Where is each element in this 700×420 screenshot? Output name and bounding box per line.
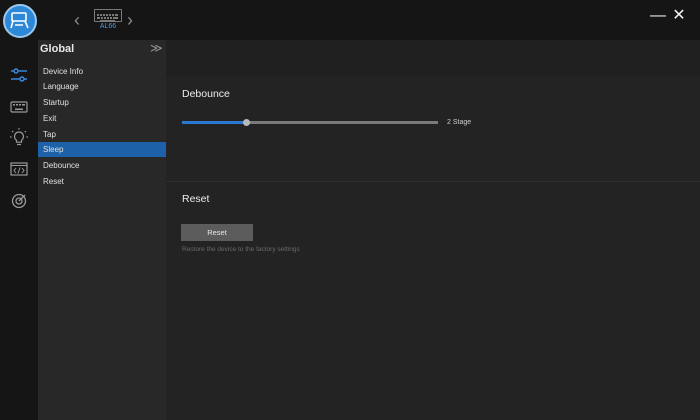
main-content: Debounce 2 Stage Reset Reset Restore the…	[166, 40, 700, 420]
menu-title: Global	[40, 43, 75, 55]
icon-sidebar	[0, 40, 38, 420]
device-name: AL66	[99, 23, 117, 30]
menu-item-language[interactable]: Language	[38, 79, 166, 94]
keyboard-nav-icon[interactable]	[5, 95, 33, 119]
debounce-slider[interactable]	[182, 119, 438, 126]
next-device-button[interactable]: ›	[127, 11, 141, 29]
debounce-value: 2 Stage	[447, 119, 472, 126]
lightbulb-icon[interactable]	[5, 125, 33, 149]
prev-device-button[interactable]: ‹	[74, 11, 88, 29]
debounce-title: Debounce	[182, 88, 230, 100]
reset-button[interactable]: Reset	[181, 224, 253, 241]
close-button[interactable]: ✕	[669, 6, 689, 26]
app-logo	[3, 4, 37, 38]
reset-description: Restore the device to the factory settin…	[182, 246, 300, 253]
title-bar: ‹ AL66 › — ✕	[0, 0, 700, 40]
reset-title: Reset	[182, 193, 210, 205]
slider-thumb[interactable]	[243, 119, 250, 126]
minimize-button[interactable]: —	[648, 6, 668, 26]
menu-item-exit[interactable]: Exit	[38, 111, 166, 126]
keyboard-logo-icon	[10, 12, 29, 29]
menu-item-sleep[interactable]: Sleep	[38, 142, 166, 157]
menu-item-startup[interactable]: Startup	[38, 95, 166, 110]
settings-sliders-icon[interactable]	[5, 63, 33, 87]
content-header	[166, 40, 700, 76]
keyboard-icon	[94, 9, 122, 22]
device-selector[interactable]: AL66	[92, 9, 124, 33]
settings-menu: Global ≫ Device Info Language Startup Ex…	[38, 40, 166, 420]
slider-fill	[182, 121, 246, 124]
collapse-menu-icon[interactable]: ≫	[150, 41, 163, 55]
menu-item-reset[interactable]: Reset	[38, 174, 166, 189]
section-divider	[166, 181, 700, 182]
menu-item-debounce[interactable]: Debounce	[38, 158, 166, 173]
menu-item-device-info[interactable]: Device Info	[38, 64, 166, 79]
menu-item-tap[interactable]: Tap	[38, 127, 166, 142]
target-icon[interactable]	[5, 189, 33, 213]
code-icon[interactable]	[5, 157, 33, 181]
